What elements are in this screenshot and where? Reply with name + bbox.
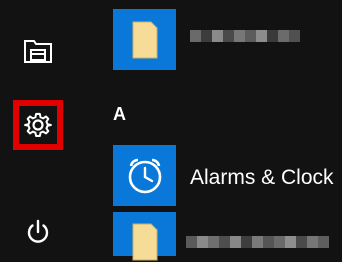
settings-button[interactable]	[13, 100, 63, 150]
power-button[interactable]	[13, 207, 63, 257]
settings-icon	[24, 112, 52, 138]
file-explorer-icon	[24, 40, 52, 63]
file-explorer-button[interactable]	[13, 26, 63, 76]
alarm-clock-icon	[128, 158, 161, 193]
folder-icon	[132, 223, 157, 261]
alarms-clock-label[interactable]: Alarms & Clock	[190, 166, 334, 190]
alarms-clock-tile[interactable]	[113, 145, 176, 206]
folder-icon	[132, 21, 157, 58]
obscured-app-label	[186, 236, 329, 248]
section-letter[interactable]: A	[113, 104, 126, 125]
app-tile[interactable]	[113, 212, 176, 261]
app-tile[interactable]	[113, 9, 176, 70]
obscured-app-label	[190, 30, 300, 42]
power-icon	[27, 219, 49, 243]
start-menu-rail	[0, 0, 78, 256]
